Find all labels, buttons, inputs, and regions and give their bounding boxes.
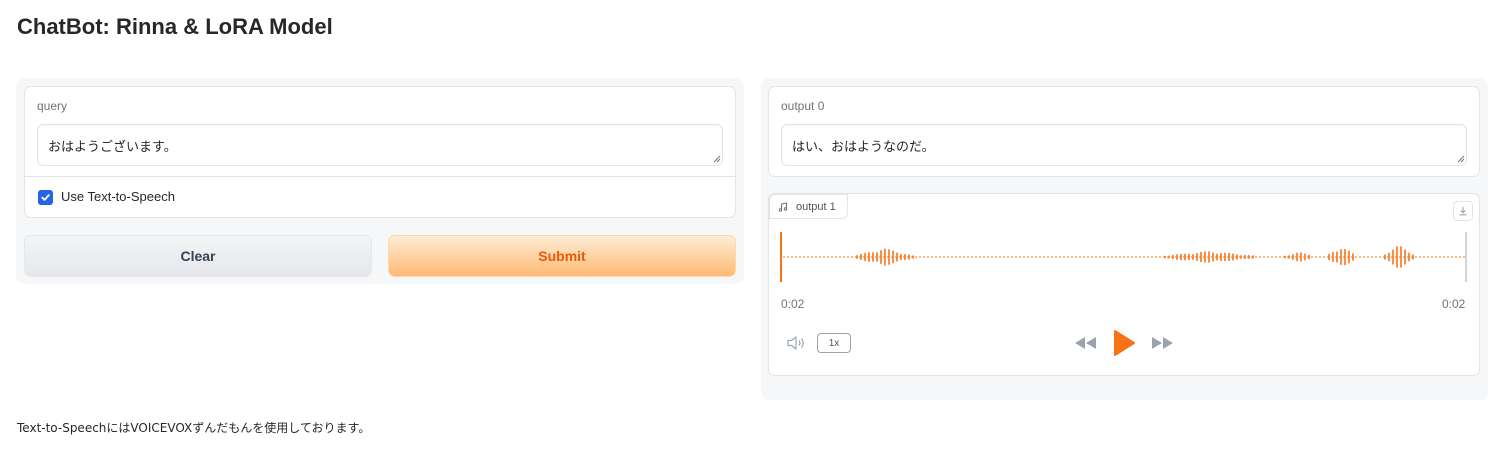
rewind-icon: [1075, 337, 1096, 349]
query-label: query: [37, 99, 68, 113]
output0-textbox[interactable]: はい、おはようなのだ。: [781, 124, 1467, 166]
tts-checkbox[interactable]: [38, 190, 53, 205]
footer-note: Text-to-SpeechにはVOICEVOXずんだもんを使用しております。: [17, 421, 371, 435]
volume-icon: [787, 336, 804, 350]
clear-button[interactable]: Clear: [24, 235, 372, 277]
checkmark-icon: [41, 194, 50, 201]
page-title: ChatBot: Rinna & LoRA Model: [17, 14, 333, 39]
tts-checkbox-label[interactable]: Use Text-to-Speech: [61, 189, 175, 204]
output1-tab: output 1: [769, 194, 848, 219]
resize-grip-icon[interactable]: [1457, 155, 1465, 163]
current-time: 0:02: [781, 297, 805, 311]
submit-button[interactable]: Submit: [388, 235, 736, 277]
checkbox-divider: [25, 176, 735, 177]
volume-button[interactable]: [785, 333, 809, 353]
playback-speed-button[interactable]: 1x: [817, 333, 851, 353]
output0-label: output 0: [781, 99, 825, 113]
download-button[interactable]: [1453, 201, 1473, 221]
query-input[interactable]: おはようございます。: [37, 124, 723, 166]
resize-grip-icon[interactable]: [713, 155, 721, 163]
download-icon: [1459, 207, 1467, 216]
play-button[interactable]: [1111, 328, 1137, 358]
rewind-button[interactable]: [1073, 333, 1099, 353]
play-icon: [1114, 330, 1135, 356]
music-note-icon: [778, 201, 788, 212]
fast-forward-button[interactable]: [1149, 333, 1175, 353]
audio-waveform[interactable]: [779, 228, 1469, 286]
duration-time: 0:02: [1442, 297, 1466, 311]
fast-forward-icon: [1152, 337, 1173, 349]
output1-label: output 1: [796, 200, 836, 213]
